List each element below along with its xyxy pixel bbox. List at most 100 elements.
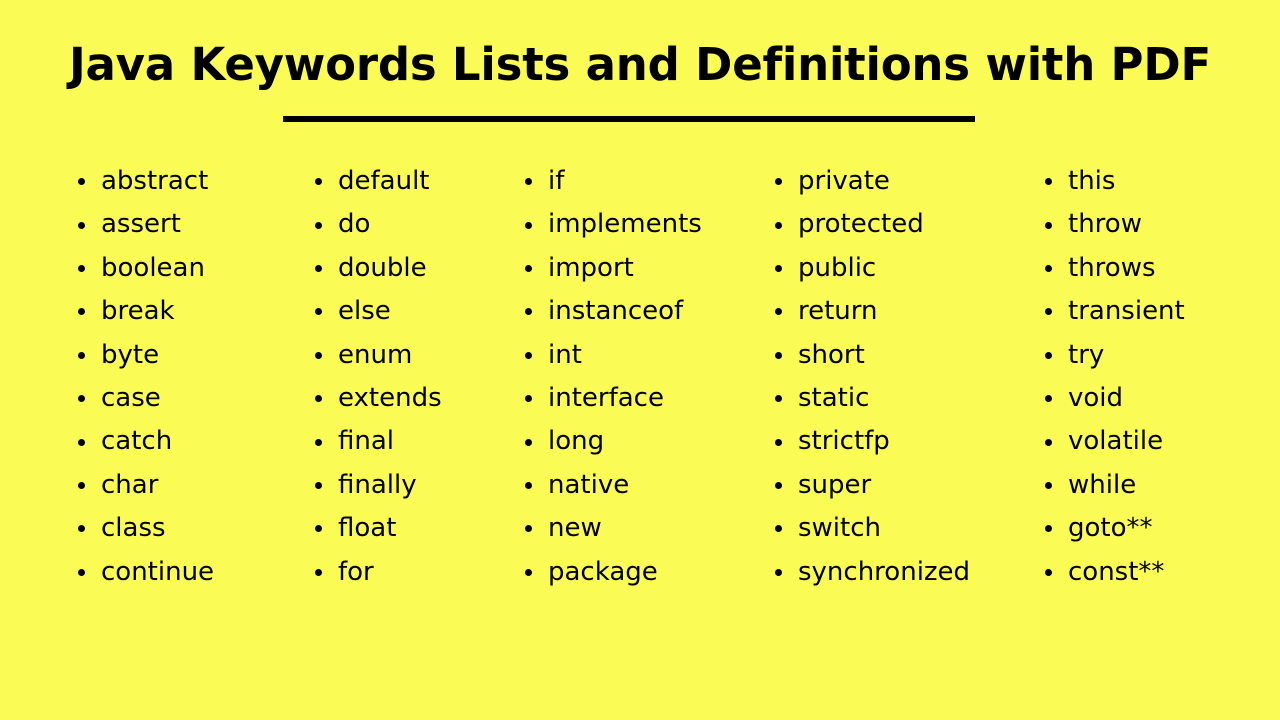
- bullet-icon: [525, 481, 532, 489]
- keyword-list-item: synchronized: [767, 551, 1037, 594]
- bullet-icon: [315, 264, 322, 272]
- keyword-list-item: implements: [517, 203, 767, 246]
- keyword-label: abstract: [101, 166, 209, 196]
- keyword-label: return: [798, 296, 878, 327]
- keyword-label: int: [548, 339, 582, 370]
- keyword-list-item: private: [767, 160, 1037, 203]
- bullet-icon: [1045, 308, 1052, 316]
- title-divider-rule: [283, 116, 975, 122]
- bullet-icon: [78, 438, 85, 446]
- keyword-label: import: [548, 252, 634, 283]
- keyword-list-item: throw: [1037, 203, 1250, 246]
- keyword-list-item: public: [767, 247, 1037, 290]
- keyword-list-item: do: [307, 203, 517, 246]
- keyword-column-4: private protected public return short static s…: [767, 160, 1037, 594]
- keyword-list-item: extends: [307, 377, 517, 420]
- keyword-list-item: long: [517, 420, 767, 463]
- bullet-icon: [525, 308, 532, 316]
- keyword-list-item: abstract: [70, 160, 307, 203]
- bullet-icon: [78, 264, 85, 272]
- keyword-label: protected: [798, 209, 924, 240]
- keyword-list-item: package: [517, 551, 767, 594]
- keyword-list-item: throws: [1037, 247, 1250, 290]
- keyword-list-item: double: [307, 247, 517, 290]
- bullet-icon: [315, 438, 322, 446]
- keyword-label: goto**: [1068, 513, 1153, 544]
- keyword-label: float: [338, 513, 397, 544]
- keyword-list-item: native: [517, 464, 767, 507]
- keyword-label: native: [548, 469, 630, 500]
- bullet-icon: [525, 351, 532, 359]
- keyword-list-item: return: [767, 290, 1037, 333]
- page-title: Java Keywords Lists and Definitions with…: [68, 38, 1212, 91]
- keyword-list-item: while: [1037, 464, 1250, 507]
- keyword-label: void: [1068, 382, 1124, 413]
- bullet-icon: [315, 221, 322, 229]
- bullet-icon: [1045, 351, 1052, 359]
- keyword-label: extends: [338, 382, 442, 413]
- keyword-label: super: [798, 469, 872, 500]
- keyword-list-item: if: [517, 160, 767, 203]
- bullet-icon: [315, 308, 322, 316]
- keyword-list-item: float: [307, 507, 517, 550]
- keyword-label: do: [338, 209, 371, 240]
- bullet-icon: [775, 178, 782, 186]
- bullet-icon: [315, 525, 322, 533]
- keyword-list-item: enum: [307, 334, 517, 377]
- bullet-icon: [775, 395, 782, 403]
- bullet-icon: [775, 308, 782, 316]
- keyword-label: enum: [338, 339, 413, 370]
- keyword-label: volatile: [1068, 426, 1164, 457]
- keyword-list-item: default: [307, 160, 517, 203]
- bullet-icon: [775, 438, 782, 446]
- bullet-icon: [1045, 264, 1052, 272]
- keyword-label: interface: [548, 382, 664, 413]
- bullet-icon: [525, 525, 532, 533]
- keyword-label: default: [338, 166, 430, 196]
- keyword-label: this: [1068, 166, 1116, 196]
- keyword-list-item: else: [307, 290, 517, 333]
- keyword-list-item: continue: [70, 551, 307, 594]
- bullet-icon: [525, 568, 532, 576]
- keyword-label: static: [798, 382, 870, 413]
- bullet-icon: [78, 481, 85, 489]
- keyword-label: final: [338, 426, 395, 457]
- bullet-icon: [1045, 221, 1052, 229]
- keyword-list-item: this: [1037, 160, 1250, 203]
- keyword-column-3: if implements import instanceof int interface…: [517, 160, 767, 594]
- bullet-icon: [315, 178, 322, 186]
- keyword-list-item: try: [1037, 334, 1250, 377]
- keyword-label: char: [101, 469, 159, 500]
- bullet-icon: [775, 481, 782, 489]
- keyword-label: while: [1068, 469, 1137, 500]
- bullet-icon: [78, 395, 85, 403]
- keyword-list-item: for: [307, 551, 517, 594]
- bullet-icon: [775, 264, 782, 272]
- keyword-list-item: instanceof: [517, 290, 767, 333]
- keyword-list-item: boolean: [70, 247, 307, 290]
- keyword-label: public: [798, 252, 877, 283]
- bullet-icon: [78, 568, 85, 576]
- keyword-label: instanceof: [548, 296, 684, 327]
- keyword-label: for: [338, 556, 374, 587]
- keyword-label: byte: [101, 339, 160, 370]
- keyword-label: const**: [1068, 556, 1165, 587]
- bullet-icon: [78, 221, 85, 229]
- bullet-icon: [525, 395, 532, 403]
- keyword-list-item: transient: [1037, 290, 1250, 333]
- keyword-label: case: [101, 382, 161, 413]
- keyword-label: finally: [338, 469, 417, 500]
- keyword-columns: abstract assert boolean break byte case catch c…: [70, 160, 1250, 594]
- keyword-list-item: interface: [517, 377, 767, 420]
- bullet-icon: [1045, 481, 1052, 489]
- keyword-label: transient: [1068, 296, 1185, 327]
- keyword-list-item: super: [767, 464, 1037, 507]
- keyword-list-item: break: [70, 290, 307, 333]
- bullet-icon: [775, 568, 782, 576]
- bullet-icon: [775, 525, 782, 533]
- bullet-icon: [315, 351, 322, 359]
- keyword-label: catch: [101, 426, 173, 457]
- bullet-icon: [775, 351, 782, 359]
- keyword-list-item: short: [767, 334, 1037, 377]
- bullet-icon: [78, 525, 85, 533]
